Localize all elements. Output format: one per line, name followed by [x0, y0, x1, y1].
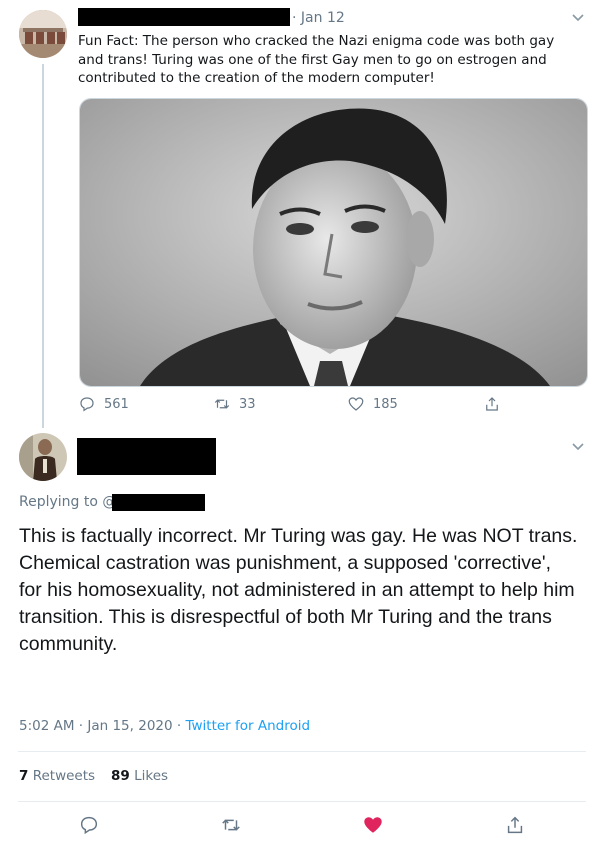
reply-button[interactable] — [78, 814, 100, 840]
reply-count: 561 — [104, 396, 129, 412]
likes-count: 89 — [111, 768, 130, 784]
thread-connector — [42, 64, 44, 428]
share-icon — [486, 397, 498, 411]
reply-icon — [80, 397, 94, 412]
more-options-button[interactable] — [570, 9, 586, 29]
redacted-user-name — [78, 8, 290, 26]
share-button[interactable] — [483, 395, 509, 413]
tweet-body: This is factually incorrect. Mr Turing w… — [19, 525, 578, 655]
tweet-timestamp[interactable]: 5:02 AM · Jan 15, 2020 · — [19, 718, 185, 734]
avatar[interactable] — [19, 10, 67, 58]
separator: · — [292, 10, 301, 26]
tweet-image[interactable] — [79, 98, 588, 387]
tweet-text: Fun Fact: The person who cracked the Naz… — [78, 33, 555, 86]
replying-to: Replying to @ — [19, 494, 116, 510]
tweet-meta: 5:02 AM · Jan 15, 2020 · Twitter for And… — [19, 718, 310, 734]
heart-filled-icon — [364, 817, 382, 833]
share-icon — [507, 816, 523, 834]
retweet-button[interactable]: 33 — [213, 395, 256, 413]
reply-button[interactable]: 561 — [78, 395, 129, 413]
chevron-down-icon — [572, 14, 584, 22]
redacted-user-name — [77, 438, 216, 475]
like-button[interactable]: 185 — [347, 395, 398, 413]
share-button[interactable] — [504, 814, 526, 840]
likes-label: Likes — [134, 768, 169, 784]
like-button[interactable] — [362, 814, 384, 840]
portrait-photo — [80, 99, 587, 386]
reply-icon — [80, 816, 98, 835]
retweet-count: 33 — [239, 396, 256, 412]
avatar[interactable] — [19, 433, 67, 481]
retweet-icon — [214, 399, 230, 409]
tweet-date[interactable]: Jan 12 — [301, 10, 345, 26]
divider — [18, 801, 586, 802]
retweets-label: Retweets — [32, 768, 96, 784]
tweet-source[interactable]: Twitter for Android — [185, 718, 310, 734]
retweet-button[interactable] — [220, 814, 242, 840]
like-icon — [348, 397, 364, 411]
more-options-button[interactable] — [570, 438, 586, 458]
retweets-count: 7 — [19, 768, 29, 784]
avatar-image — [19, 10, 67, 58]
likes-stat[interactable]: 89 Likes — [111, 768, 168, 784]
tweet-date-row: · Jan 12 — [292, 10, 345, 26]
replying-to-label: Replying to @ — [19, 494, 117, 510]
avatar-image — [19, 433, 67, 481]
retweet-icon — [222, 819, 240, 831]
like-count: 185 — [373, 396, 398, 412]
redacted-handle — [112, 494, 205, 511]
chevron-down-icon — [572, 443, 584, 451]
divider — [18, 751, 586, 752]
retweets-stat[interactable]: 7 Retweets — [19, 768, 95, 784]
